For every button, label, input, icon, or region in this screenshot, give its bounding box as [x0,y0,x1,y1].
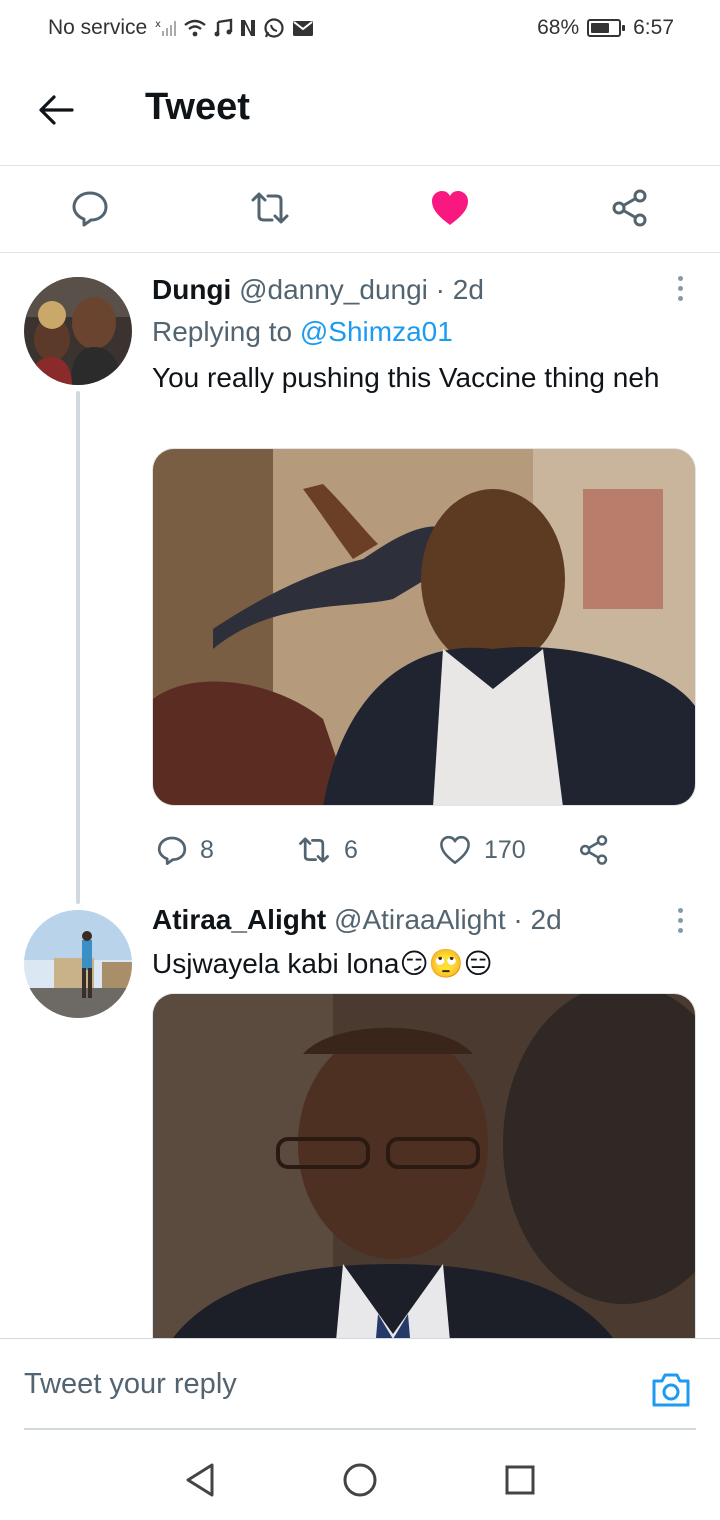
timestamp: 2d [530,904,562,935]
replying-label: Replying to [152,316,293,347]
tweet-atiraa[interactable]: Atiraa_Alight @AtiraaAlight · 2d Usjwaye… [0,894,720,1338]
tweet-header: Atiraa_Alight @AtiraaAlight · 2d [152,904,562,936]
battery-percent: 68% [537,16,580,39]
tweet-media[interactable] [152,448,696,806]
heart-icon [432,191,468,225]
tweet-media[interactable] [152,993,696,1338]
composer-underline [24,1428,696,1430]
reply-button[interactable] [68,186,112,230]
timestamp: 2d [452,274,484,305]
signal-icon: x [155,19,177,36]
mail-icon [293,21,314,36]
more-options-button[interactable] [668,268,692,308]
app-header: Tweet [0,56,720,166]
tweet-text: Usjwayela kabi lona😏🙄😑 [152,948,493,979]
tweet-text: You really pushing this Vaccine thing ne… [152,362,660,393]
share-tweet-button[interactable] [578,830,610,870]
nav-home-button[interactable] [340,1460,380,1500]
media-photo [153,994,695,1338]
tweet-header: Dungi @danny_dungi · 2d [152,274,484,306]
reply-count: 8 [200,835,214,864]
retweet-button[interactable] [248,186,292,230]
reply-count-button[interactable]: 8 [156,830,214,870]
mention-link[interactable]: @Shimza01 [300,316,453,347]
media-photo [153,449,695,805]
wifi-icon [184,19,206,37]
system-nav-bar [0,1432,720,1520]
tweet-dungi[interactable]: Dungi @danny_dungi · 2d Replying to @Shi… [0,254,720,904]
separator-dot: · [435,274,445,305]
retweet-count-button[interactable]: 6 [296,830,358,870]
triangle-back-icon [186,1463,214,1497]
like-button[interactable] [428,186,472,230]
nav-back-button[interactable] [180,1460,220,1500]
camera-icon [652,1373,690,1407]
svg-text:x: x [155,19,161,30]
like-count-button[interactable]: 170 [438,830,526,870]
retweet-icon [251,192,289,224]
square-recents-icon [505,1465,535,1495]
status-right: 68% 6:57 [537,16,674,40]
clock: 6:57 [633,16,674,39]
reply-icon [72,191,108,227]
battery-fill [591,23,610,33]
more-options-button[interactable] [668,900,692,940]
retweet-count: 6 [344,835,358,864]
avatar-dungi[interactable] [24,277,132,385]
user-handle[interactable]: @AtiraaAlight [334,904,506,935]
back-arrow-icon [39,95,74,125]
reply-input[interactable] [24,1359,604,1409]
share-icon [579,835,608,865]
avatar-atiraa[interactable] [24,910,132,1018]
status-left: No service x [48,16,315,40]
display-name[interactable]: Dungi [152,274,231,305]
netflix-icon [241,20,256,36]
replying-to: Replying to @Shimza01 [152,316,453,348]
status-icons: x [155,17,315,39]
reply-composer [0,1338,720,1430]
share-button[interactable] [608,186,652,230]
retweet-icon [299,837,329,863]
thread-line [76,391,80,904]
avatar-photo [24,277,132,385]
user-handle[interactable]: @danny_dungi [239,274,428,305]
page-title: Tweet [145,86,250,128]
battery-icon [587,19,626,37]
circle-home-icon [343,1463,377,1497]
tweet-metrics: 8 6 170 [152,830,696,870]
share-icon [612,189,647,227]
like-count: 170 [484,835,526,864]
status-bar: No service x 68% 6:57 [0,0,720,56]
nav-recents-button[interactable] [500,1460,540,1500]
tweet-action-bar [0,166,720,253]
carrier-label: No service [48,16,148,39]
reply-icon [157,836,187,865]
display-name[interactable]: Atiraa_Alight [152,904,326,935]
avatar-photo [24,910,132,1018]
whatsapp-icon [264,18,284,38]
heart-outline-icon [440,835,470,865]
separator-dot: · [513,904,523,935]
camera-button[interactable] [650,1369,694,1413]
back-button[interactable] [36,90,76,130]
music-icon [214,18,233,37]
